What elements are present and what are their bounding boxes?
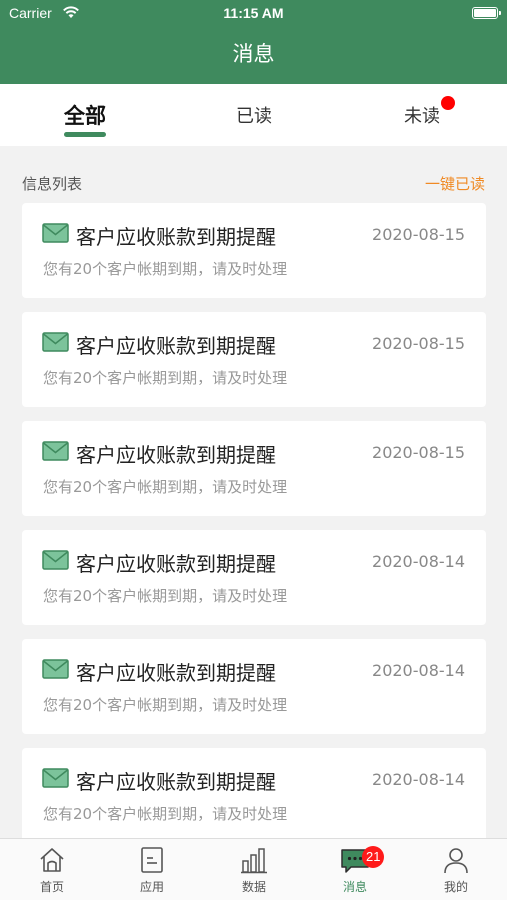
user-icon (444, 848, 468, 874)
message-date: 2020-08-14 (372, 770, 465, 789)
tabbar-label: 消息 (342, 880, 367, 894)
app-header: Carrier 11:15 AM 消息 (0, 0, 507, 84)
chart-icon (241, 848, 267, 874)
tab-active-indicator (64, 132, 106, 137)
tabbar-item-data[interactable]: 数据 (224, 845, 284, 895)
mail-icon (42, 659, 69, 679)
message-title: 客户应收账款到期提醒 (76, 225, 276, 249)
message-desc: 您有20个客户帐期到期，请及时处理 (43, 260, 288, 278)
tabbar-item-profile[interactable]: 我的 (426, 845, 486, 895)
tab-read[interactable]: 已读 (204, 102, 304, 128)
message-badge: 21 (362, 846, 385, 868)
message-title: 客户应收账款到期提醒 (76, 334, 276, 358)
tabbar-item-apps[interactable]: 应用 (122, 845, 182, 895)
tabbar-label: 首页 (39, 880, 64, 894)
message-title: 客户应收账款到期提醒 (76, 552, 276, 576)
mark-all-read-button[interactable]: 一键已读 (425, 173, 485, 194)
tabbar-label: 我的 (443, 880, 468, 894)
status-time: 11:15 AM (223, 5, 284, 21)
message-date: 2020-08-15 (372, 443, 465, 462)
message-title: 客户应收账款到期提醒 (76, 770, 276, 794)
tab-unread[interactable]: 未读 (372, 102, 472, 128)
tabbar-label: 数据 (241, 880, 266, 894)
message-card[interactable]: 客户应收账款到期提醒 2020-08-14 您有20个客户帐期到期，请及时处理 (22, 748, 486, 843)
message-date: 2020-08-14 (372, 661, 465, 680)
message-desc: 您有20个客户帐期到期，请及时处理 (43, 478, 288, 496)
mail-icon (42, 768, 69, 788)
message-date: 2020-08-14 (372, 552, 465, 571)
message-card[interactable]: 客户应收账款到期提醒 2020-08-15 您有20个客户帐期到期，请及时处理 (22, 312, 486, 407)
tabbar-item-messages[interactable]: 消息 21 (325, 845, 385, 895)
tabbar-label: 应用 (139, 880, 164, 894)
section-title: 信息列表 (22, 175, 83, 193)
section-header: 信息列表 一键已读 (0, 160, 507, 200)
message-title: 客户应收账款到期提醒 (76, 661, 276, 685)
message-desc: 您有20个客户帐期到期，请及时处理 (43, 805, 288, 823)
page-title: 消息 (232, 42, 275, 66)
mail-icon (42, 223, 69, 243)
message-desc: 您有20个客户帐期到期，请及时处理 (43, 369, 288, 387)
mail-icon (42, 332, 69, 352)
mail-icon (42, 441, 69, 461)
status-bar: Carrier 11:15 AM (0, 0, 507, 28)
message-date: 2020-08-15 (372, 225, 465, 244)
message-desc: 您有20个客户帐期到期，请及时处理 (43, 696, 288, 714)
mail-icon (42, 550, 69, 570)
message-date: 2020-08-15 (372, 334, 465, 353)
message-card[interactable]: 客户应收账款到期提醒 2020-08-14 您有20个客户帐期到期，请及时处理 (22, 639, 486, 734)
message-card[interactable]: 客户应收账款到期提醒 2020-08-14 您有20个客户帐期到期，请及时处理 (22, 530, 486, 625)
battery-icon (472, 7, 501, 19)
unread-dot (441, 96, 455, 110)
message-title: 客户应收账款到期提醒 (76, 443, 276, 467)
home-icon (40, 848, 64, 872)
app-icon (141, 847, 163, 873)
filter-tabs: 全部 已读 未读 (0, 84, 507, 146)
tab-all[interactable]: 全部 (35, 100, 135, 130)
bottom-tab-bar: 首页 应用 数据 消息 21 我的 (0, 838, 507, 900)
message-desc: 您有20个客户帐期到期，请及时处理 (43, 587, 288, 605)
message-card[interactable]: 客户应收账款到期提醒 2020-08-15 您有20个客户帐期到期，请及时处理 (22, 203, 486, 298)
tabbar-item-home[interactable]: 首页 (22, 845, 82, 895)
message-card[interactable]: 客户应收账款到期提醒 2020-08-15 您有20个客户帐期到期，请及时处理 (22, 421, 486, 516)
